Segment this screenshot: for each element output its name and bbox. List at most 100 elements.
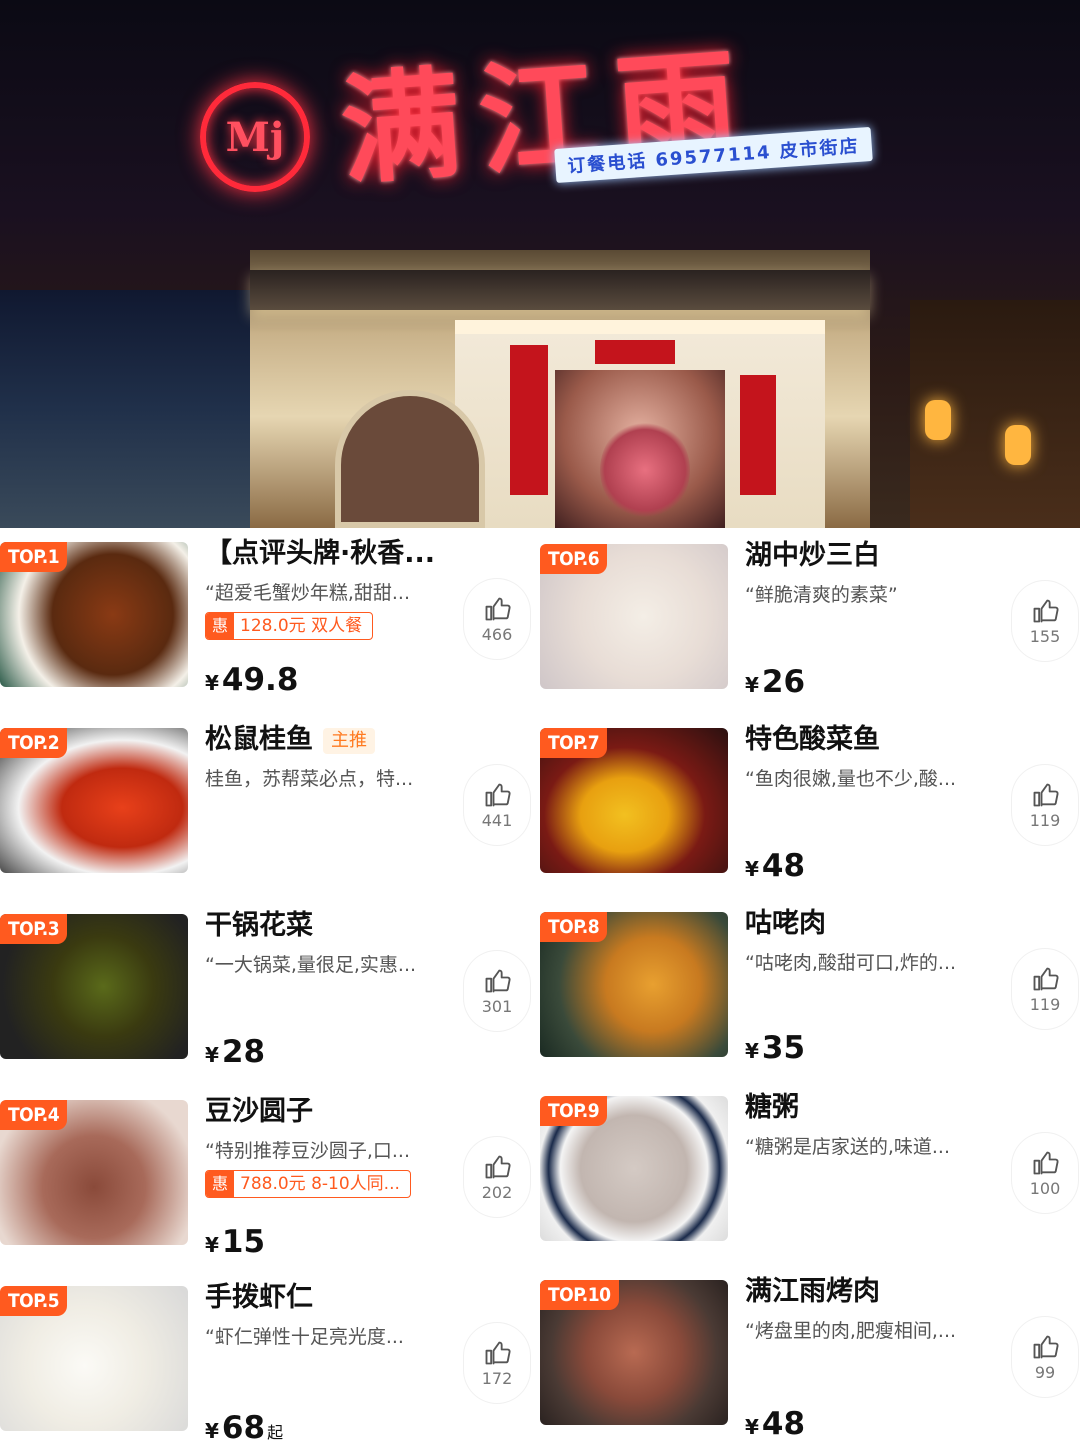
deal-badge[interactable]: 惠 128.0元 双人餐 — [205, 612, 374, 640]
deal-icon: 惠 — [206, 1171, 235, 1197]
like-button[interactable]: 119 — [1012, 949, 1078, 1029]
couplet-left — [510, 345, 548, 495]
thumbs-up-icon — [1033, 1335, 1059, 1358]
like-button[interactable]: 202 — [464, 1137, 530, 1217]
dish-review: “鲜脆清爽的素菜” — [745, 584, 898, 606]
deal-text: 788.0元 8-10人同... — [240, 1174, 400, 1194]
dish-info: 湖中炒三白 “鲜脆清爽的素菜” — [745, 536, 990, 610]
thumbs-up-icon — [1033, 1151, 1059, 1174]
dish-info: 特色酸菜鱼 “鱼肉很嫩,量也不少,酸... — [745, 720, 990, 794]
dish-photo: TOP.6 — [540, 544, 728, 689]
dish-review: “糖粥是店家送的,味道... — [745, 1136, 951, 1158]
rank-badge: TOP.9 — [540, 1096, 608, 1126]
like-count: 119 — [1029, 994, 1061, 1014]
dish-price: ¥35 — [745, 1030, 806, 1066]
dish-photo: TOP.7 — [540, 728, 728, 873]
like-button[interactable]: 119 — [1012, 765, 1078, 845]
neon-sign-name: 满江雨 — [336, 32, 760, 203]
thumbs-up-icon — [1033, 783, 1059, 806]
deal-badge[interactable]: 惠 788.0元 8-10人同... — [205, 1170, 411, 1198]
dish-price: ¥49.8 — [205, 662, 299, 698]
dish-price: ¥15 — [205, 1224, 266, 1260]
like-count: 100 — [1029, 1178, 1061, 1198]
dish-price: ¥26 — [745, 664, 806, 700]
dish-photo: TOP.4 — [0, 1100, 188, 1245]
dish-info: 【点评头牌·秋香... “超爱毛蟹炒年糕,甜甜... 惠 128.0元 双人餐 — [205, 534, 450, 640]
dish-name: 干锅花菜 — [205, 910, 313, 941]
thumbs-up-icon — [485, 1155, 511, 1178]
like-count: 119 — [1029, 810, 1061, 830]
like-button[interactable]: 301 — [464, 951, 530, 1031]
like-count: 99 — [1034, 1362, 1056, 1382]
like-count: 301 — [481, 996, 513, 1016]
dish-photo: TOP.3 — [0, 914, 188, 1059]
like-button[interactable]: 155 — [1012, 581, 1078, 661]
dish-name: 手拨虾仁 — [205, 1282, 313, 1313]
dish-price: ¥68 起 — [205, 1410, 284, 1446]
dish-info: 满江雨烤肉 “烤盘里的肉,肥瘦相间,... — [745, 1272, 990, 1346]
rank-badge: TOP.3 — [0, 914, 68, 944]
dish-info: 豆沙圆子 “特别推荐豆沙圆子,口... 惠 788.0元 8-10人同... — [205, 1092, 450, 1198]
dish-price: ¥48 — [745, 848, 806, 884]
dish-photo: TOP.1 — [0, 542, 188, 687]
dish-card[interactable]: TOP.2 松鼠桂鱼 主推 桂鱼，苏帮菜必点，特... 441 — [0, 720, 540, 890]
like-button[interactable]: 441 — [464, 765, 530, 845]
like-button[interactable]: 99 — [1012, 1317, 1078, 1397]
dish-photo: TOP.2 — [0, 728, 188, 873]
lantern-icon — [925, 400, 951, 440]
dish-review: “虾仁弹性十足亮光度... — [205, 1326, 404, 1348]
like-button[interactable]: 466 — [464, 579, 530, 659]
dish-name: 糖粥 — [745, 1092, 799, 1123]
rank-badge: TOP.6 — [540, 544, 608, 574]
couplet-top — [595, 340, 675, 364]
dish-card[interactable]: TOP.10 满江雨烤肉 “烤盘里的肉,肥瘦相间,... ¥48 99 — [540, 1272, 1080, 1442]
like-count: 172 — [481, 1368, 513, 1388]
rank-badge: TOP.2 — [0, 728, 68, 758]
moon-gate — [335, 390, 485, 528]
lantern-icon — [1005, 425, 1031, 465]
thumbs-up-icon — [485, 783, 511, 806]
rank-badge: TOP.1 — [0, 542, 68, 572]
rank-badge: TOP.5 — [0, 1286, 68, 1316]
dish-info: 咕咾肉 “咕咾肉,酸甜可口,炸的... — [745, 904, 990, 978]
roof-eave — [250, 270, 870, 310]
dish-info: 手拨虾仁 “虾仁弹性十足亮光度... — [205, 1278, 450, 1352]
dish-card[interactable]: TOP.9 糖粥 “糖粥是店家送的,味道... 100 — [540, 1088, 1080, 1258]
dish-card[interactable]: TOP.5 手拨虾仁 “虾仁弹性十足亮光度... ¥68 起 172 — [0, 1278, 540, 1448]
dish-card[interactable]: TOP.8 咕咾肉 “咕咾肉,酸甜可口,炸的... ¥35 119 — [540, 904, 1080, 1074]
like-count: 155 — [1029, 626, 1061, 646]
dish-review: “鱼肉很嫩,量也不少,酸... — [745, 768, 957, 790]
recommend-tag: 主推 — [323, 727, 375, 754]
thumbs-up-icon — [485, 969, 511, 992]
deal-text: 128.0元 双人餐 — [240, 616, 363, 636]
dish-name: 松鼠桂鱼 主推 — [205, 720, 450, 760]
dish-photo: TOP.8 — [540, 912, 728, 1057]
dish-review: “一大锅菜,量很足,实惠... — [205, 954, 417, 976]
thumbs-up-icon — [485, 597, 511, 620]
dish-photo: TOP.5 — [0, 1286, 188, 1431]
like-count: 466 — [481, 624, 513, 644]
dish-price: ¥48 — [745, 1406, 806, 1442]
dish-card[interactable]: TOP.7 特色酸菜鱼 “鱼肉很嫩,量也不少,酸... ¥48 119 — [540, 720, 1080, 890]
dish-photo: TOP.9 — [540, 1096, 728, 1241]
like-button[interactable]: 100 — [1012, 1133, 1078, 1213]
dish-info: 干锅花菜 “一大锅菜,量很足,实惠... — [205, 906, 450, 980]
dish-card[interactable]: TOP.1 【点评头牌·秋香... “超爱毛蟹炒年糕,甜甜... 惠 128.0… — [0, 534, 540, 704]
dish-price: ¥28 — [205, 1034, 266, 1070]
rank-badge: TOP.10 — [540, 1280, 619, 1310]
deal-icon: 惠 — [206, 613, 235, 639]
couplet-right — [740, 375, 776, 495]
thumbs-up-icon — [1033, 967, 1059, 990]
storefront-photo: Mj 满江雨 订餐电话 69577114 皮市街店 — [0, 0, 1080, 528]
rank-badge: TOP.4 — [0, 1100, 68, 1130]
dish-name: 豆沙圆子 — [205, 1096, 313, 1127]
dish-photo: TOP.10 — [540, 1280, 728, 1425]
like-button[interactable]: 172 — [464, 1323, 530, 1403]
dish-name: 满江雨烤肉 — [745, 1276, 880, 1307]
like-count: 441 — [481, 810, 513, 830]
rank-badge: TOP.8 — [540, 912, 608, 942]
thumbs-up-icon — [1033, 599, 1059, 622]
dish-card[interactable]: TOP.4 豆沙圆子 “特别推荐豆沙圆子,口... 惠 788.0元 8-10人… — [0, 1092, 540, 1262]
dish-card[interactable]: TOP.6 湖中炒三白 “鲜脆清爽的素菜” ¥26 155 — [540, 536, 1080, 706]
dish-card[interactable]: TOP.3 干锅花菜 “一大锅菜,量很足,实惠... ¥28 301 — [0, 906, 540, 1076]
